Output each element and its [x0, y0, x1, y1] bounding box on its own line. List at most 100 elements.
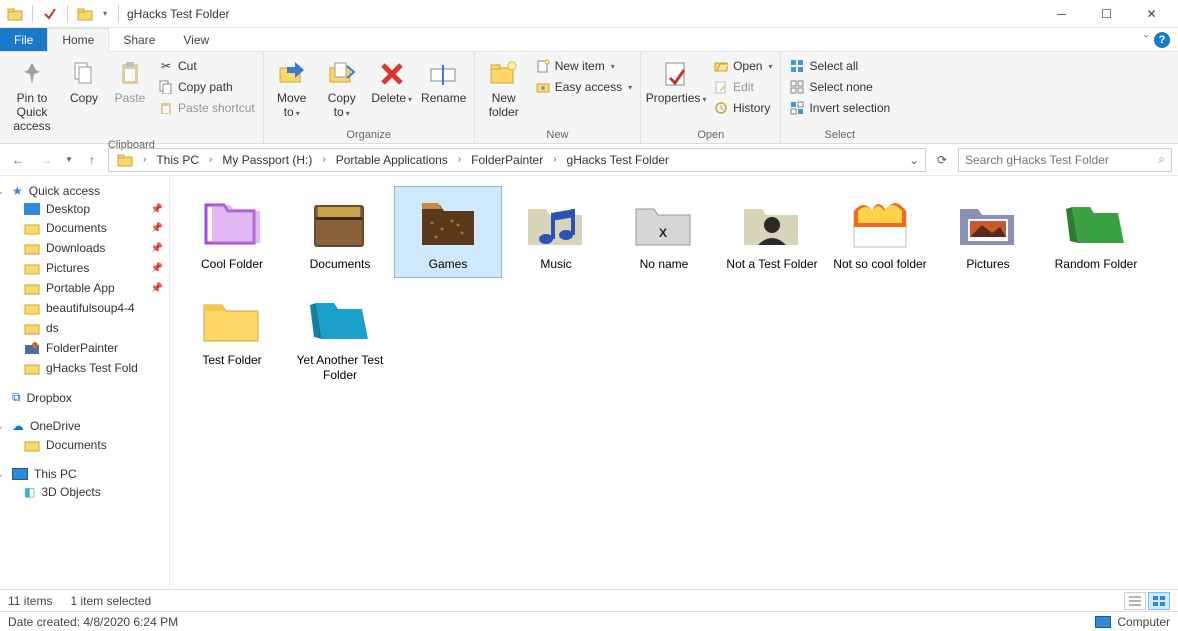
new-folder-button[interactable]: New folder [479, 54, 529, 124]
tab-home[interactable]: Home [47, 28, 109, 52]
breadcrumb-item[interactable]: This PC [150, 153, 205, 167]
pin-to-quick-access-button[interactable]: Pin to Quick access [4, 54, 60, 137]
minimize-button[interactable]: ─ [1039, 0, 1084, 28]
large-icons-view-button[interactable] [1148, 592, 1170, 610]
maximize-button[interactable]: ☐ [1084, 0, 1129, 28]
cut-button[interactable]: ✂Cut [154, 56, 259, 76]
folder-icon [196, 193, 268, 253]
chevron-right-icon[interactable]: › [205, 154, 216, 165]
delete-button[interactable]: Delete▾ [368, 54, 416, 110]
chevron-right-icon[interactable]: › [549, 154, 560, 165]
search-box[interactable]: ⌕ [958, 148, 1172, 172]
address-dropdown[interactable]: ⌄ [905, 153, 923, 167]
folder-icon [24, 437, 40, 453]
details-view-button[interactable] [1124, 592, 1146, 610]
open-button[interactable]: Open▾ [709, 56, 776, 76]
folder-item[interactable]: Games [394, 186, 502, 278]
chevron-right-icon[interactable]: › [139, 154, 150, 165]
nav-back-button[interactable]: ← [6, 148, 30, 172]
folder-item[interactable]: Not so cool folder [826, 186, 934, 278]
close-button[interactable]: ✕ [1129, 0, 1174, 28]
ribbon-collapse-icon[interactable]: ˇ [1144, 33, 1148, 47]
folder-item[interactable]: Test Folder [178, 282, 286, 389]
chevron-right-icon[interactable]: › [318, 154, 329, 165]
address-bar[interactable]: › This PC› My Passport (H:)› Portable Ap… [108, 148, 926, 172]
copy-button[interactable]: Copy [62, 54, 106, 110]
nav-recent-dropdown[interactable]: ▾ [62, 148, 76, 172]
pin-icon: 📌 [151, 223, 163, 234]
breadcrumb-item[interactable]: gHacks Test Folder [561, 153, 676, 167]
select-all-button[interactable]: Select all [785, 56, 894, 76]
copy-path-button[interactable]: Copy path [154, 77, 259, 97]
refresh-button[interactable]: ⟳ [930, 148, 954, 172]
sidebar-beautifulsoup[interactable]: beautifulsoup4-4 [0, 298, 169, 318]
edit-button[interactable]: Edit [709, 77, 776, 97]
paste-button[interactable]: Paste [108, 54, 152, 110]
nav-up-button[interactable]: ↑ [80, 148, 104, 172]
breadcrumb-item[interactable]: Portable Applications [330, 153, 454, 167]
tab-share[interactable]: Share [109, 28, 169, 51]
folder-item[interactable]: Pictures [934, 186, 1042, 278]
folder-icon [24, 320, 40, 336]
copy-to-button[interactable]: Copy to▾ [318, 54, 366, 124]
folder-icon [24, 300, 40, 316]
search-input[interactable] [965, 153, 1152, 167]
sidebar-onedrive[interactable]: ⌄☁OneDrive [0, 417, 169, 435]
title-bar: ▾ gHacks Test Folder ─ ☐ ✕ [0, 0, 1178, 28]
folder-item[interactable]: XNo name [610, 186, 718, 278]
sidebar-ds[interactable]: ds [0, 318, 169, 338]
folder-item[interactable]: Music [502, 186, 610, 278]
new-item-button[interactable]: New item▾ [531, 56, 636, 76]
tab-file[interactable]: File [0, 28, 47, 51]
folder-item[interactable]: Not a Test Folder [718, 186, 826, 278]
sidebar-ghacks[interactable]: gHacks Test Fold [0, 358, 169, 378]
help-icon[interactable]: ? [1154, 32, 1170, 48]
qat-properties-icon[interactable] [39, 3, 61, 25]
tab-view[interactable]: View [169, 28, 223, 51]
easy-access-button[interactable]: Easy access▾ [531, 77, 636, 97]
sidebar-pictures[interactable]: Pictures📌 [0, 258, 169, 278]
ribbon-group-open: Properties▾ Open▾ Edit History Open [641, 52, 781, 143]
qat-new-folder-icon[interactable] [74, 3, 96, 25]
folder-content[interactable]: Cool FolderDocumentsGamesMusicXNo nameNo… [170, 176, 1178, 589]
folder-item[interactable]: Random Folder [1042, 186, 1150, 278]
folder-icon [304, 193, 376, 253]
breadcrumb-item[interactable]: FolderPainter [465, 153, 549, 167]
history-button[interactable]: History [709, 98, 776, 118]
sidebar-downloads[interactable]: Downloads📌 [0, 238, 169, 258]
properties-icon [660, 58, 692, 90]
qat-folder-icon[interactable] [4, 3, 26, 25]
window-title: gHacks Test Folder [127, 7, 230, 21]
sidebar-dropbox[interactable]: ›⧉Dropbox [0, 388, 169, 407]
folder-item[interactable]: Yet Another Test Folder [286, 282, 394, 389]
expand-icon[interactable]: ⌄ [0, 186, 6, 197]
ribbon-group-organize: Move to▾ Copy to▾ Delete▾ Rename Organiz… [264, 52, 475, 143]
paste-shortcut-button[interactable]: Paste shortcut [154, 98, 259, 118]
folder-item[interactable]: Cool Folder [178, 186, 286, 278]
copy-path-icon [158, 79, 174, 95]
qat-dropdown-icon[interactable]: ▾ [98, 3, 112, 25]
sidebar-quick-access[interactable]: ⌄★Quick access [0, 182, 169, 200]
folder-name: Music [540, 257, 571, 271]
sidebar-this-pc[interactable]: ⌄This PC [0, 465, 169, 483]
properties-button[interactable]: Properties▾ [645, 54, 707, 110]
sidebar-onedrive-documents[interactable]: Documents [0, 435, 169, 455]
address-folder-icon [111, 152, 139, 168]
folder-item[interactable]: Documents [286, 186, 394, 278]
sidebar-portable-app[interactable]: Portable App📌 [0, 278, 169, 298]
expand-icon[interactable]: › [0, 393, 6, 403]
expand-icon[interactable]: ⌄ [0, 421, 6, 432]
rename-button[interactable]: Rename [418, 54, 470, 110]
nav-forward-button[interactable]: → [34, 148, 58, 172]
sidebar-desktop[interactable]: Desktop📌 [0, 200, 169, 218]
folder-icon [24, 360, 40, 376]
sidebar-folderpainter[interactable]: FolderPainter [0, 338, 169, 358]
sidebar-documents[interactable]: Documents📌 [0, 218, 169, 238]
sidebar-3d-objects[interactable]: ◧3D Objects [0, 483, 169, 501]
chevron-right-icon[interactable]: › [454, 154, 465, 165]
expand-icon[interactable]: ⌄ [0, 469, 6, 480]
invert-selection-button[interactable]: Invert selection [785, 98, 894, 118]
move-to-button[interactable]: Move to▾ [268, 54, 316, 124]
breadcrumb-item[interactable]: My Passport (H:) [216, 153, 318, 167]
select-none-button[interactable]: Select none [785, 77, 894, 97]
